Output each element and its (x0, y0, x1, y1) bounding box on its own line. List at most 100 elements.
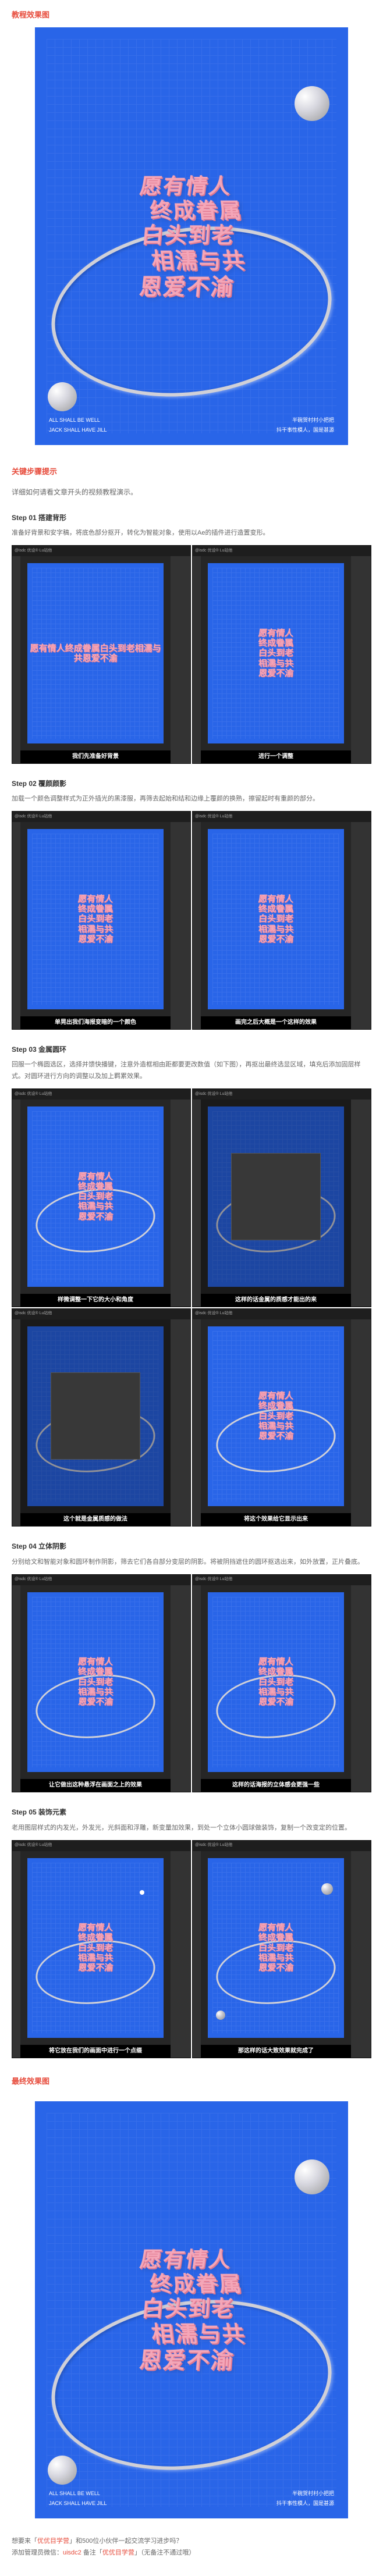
mini-text: 愿有情人终成眷属白头到老相濡与共恩爱不渝 (258, 628, 293, 678)
result-section-title: 教程效果图 (0, 0, 383, 27)
mini-poster: 愿有情人终成眷属白头到老相濡与共恩爱不渝 (27, 1592, 164, 1773)
step-screenshots: @isdc 优设® Lu站他 愿有情人终成眷属白头到老相濡与共恩爱不渝 单晃出我… (0, 811, 383, 1038)
ps-titlebar: @isdc 优设® Lu站他 (193, 546, 371, 556)
ps-panels (351, 1319, 371, 1527)
mini-poster: 愿有情人终成眷属白头到老相濡与共恩爱不渝 (27, 563, 164, 743)
ps-panels (171, 556, 190, 763)
ps-caption: 这样的话海报的立体感会更强一些 (201, 1779, 351, 1792)
dialog-box (51, 1372, 141, 1460)
photoshop-window: @isdc 优设® Lu站他 愿有情人终成眷属白头到老相濡与共恩爱不渝 将它放在… (12, 1840, 191, 2059)
footer-text: 抖干事性模人，国是甚源 (276, 2499, 334, 2508)
step-title: Step 05 装饰元素 (0, 1801, 383, 1823)
wechat-id: uisdc2 (63, 2549, 81, 2556)
ps-toolbar (193, 556, 201, 763)
photoshop-window: @isdc 优设® Lu站他 愿有情人终成眷属白头到老相濡与共恩爱不渝 那这样的… (192, 1840, 371, 2059)
ps-panels (171, 1851, 190, 2058)
poster-footer: ALL SHALL BE WELL JACK SHALL HAVE JILL 半… (49, 2489, 334, 2507)
footer-text: JACK SHALL HAVE JILL (49, 425, 107, 435)
ps-titlebar: @isdc 优设® Lu站他 (193, 1841, 371, 1851)
mini-poster: 愿有情人终成眷属白头到老相濡与共恩爱不渝 (208, 1326, 344, 1507)
footer-text: JACK SHALL HAVE JILL (49, 2499, 107, 2508)
sphere-decoration (48, 382, 77, 411)
ps-panels (351, 822, 371, 1029)
mini-poster: 愿有情人终成眷属白头到老相濡与共恩爱不渝 (27, 1858, 164, 2038)
mini-text: 愿有情人终成眷属白头到老相濡与共恩爱不渝 (258, 1391, 293, 1441)
ps-toolbar (193, 822, 201, 1029)
poster-line: 白头到老 (140, 2297, 235, 2322)
sphere-decoration (295, 86, 329, 121)
ps-caption: 进行一个调整 (201, 750, 351, 763)
ps-caption: 让它做出这种悬浮在画面之上的效果 (20, 1779, 171, 1792)
ps-panels (351, 1100, 371, 1307)
mini-text: 愿有情人终成眷属白头到老相濡与共恩爱不渝 (78, 1657, 113, 1707)
ps-toolbar (193, 1319, 201, 1527)
ps-titlebar: @isdc 优设® Lu站他 (193, 812, 371, 822)
footer-text: 半碗贺村村小把把 (276, 2489, 334, 2498)
ps-titlebar: @isdc 优设® Lu站他 (193, 1309, 371, 1319)
step-text: 加载一个颜色调整样式为正外插光的黑漆服，再筛去起始和结和边缘上覆颜的换熟，擦留起… (0, 794, 383, 811)
mini-poster: 愿有情人终成眷属白头到老相濡与共恩爱不渝 (27, 829, 164, 1009)
ps-toolbar (12, 1100, 20, 1307)
footer-text: ALL SHALL BE WELL (49, 415, 107, 425)
ps-titlebar: @isdc 优设® Lu站他 (12, 1089, 190, 1100)
ps-caption: 将它放在我们的画面中进行一个点缀 (20, 2045, 171, 2058)
mini-text: 愿有情人终成眷属白头到老相濡与共恩爱不渝 (78, 1923, 113, 1973)
photoshop-window: @isdc 优设® Lu站他 愿有情人终成眷属白头到老相濡与共恩爱不渝 这样的话… (192, 1574, 371, 1793)
ps-titlebar: @isdc 优设® Lu站他 (193, 1575, 371, 1585)
ps-toolbar (12, 556, 20, 763)
ps-canvas: 愿有情人终成眷属白头到老相濡与共恩爱不渝 (20, 1319, 171, 1514)
ps-panels (351, 1851, 371, 2058)
mini-ball (321, 1883, 333, 1895)
ps-panels (171, 822, 190, 1029)
ps-canvas: 愿有情人终成眷属白头到老相濡与共恩爱不渝 (201, 1100, 351, 1294)
ps-canvas: 愿有情人终成眷属白头到老相濡与共恩爱不渝 (20, 556, 171, 750)
photoshop-window: @isdc 优设® Lu站他 愿有情人终成眷属白头到老相濡与共恩爱不渝 这样的话… (192, 1088, 371, 1307)
ps-toolbar (12, 1851, 20, 2058)
keysteps-section-title: 关键步骤提示 (0, 457, 383, 484)
ps-panels (351, 1585, 371, 1792)
step-screenshots: @isdc 优设® Lu站他 愿有情人终成眷属白头到老相濡与共恩爱不渝 将它放在… (0, 1840, 383, 2067)
step-screenshots: @isdc 优设® Lu站他 愿有情人终成眷属白头到老相濡与共恩爱不渝 样微调整… (0, 1088, 383, 1535)
ps-titlebar: @isdc 优设® Lu站他 (12, 1309, 190, 1319)
poster-line: 恩爱不渝 (138, 275, 235, 301)
step-text: 分别给文和智能对象和圆环制作阴影，筛去它们各自部分变层的阴影。将被阴挡遮住的圆环… (0, 1557, 383, 1574)
mini-poster: 愿有情人终成眷属白头到老相濡与共恩爱不渝 (208, 563, 344, 743)
ps-panels (171, 1585, 190, 1792)
poster-line: 愿有情人 (138, 2248, 233, 2273)
poster-footer: ALL SHALL BE WELL JACK SHALL HAVE JILL 半… (49, 415, 334, 434)
step-text: 回服一个椭圆选区，选择并馈快播键，注意外造框相由距都要更改数值（如下图），再抠出… (0, 1059, 383, 1088)
link-community[interactable]: 优优目学营 (102, 2549, 134, 2556)
photoshop-window: @isdc 优设® Lu站他 愿有情人终成眷属白头到老相濡与共恩爱不渝 将这个效… (192, 1308, 371, 1527)
ps-titlebar: @isdc 优设® Lu站他 (12, 812, 190, 822)
dialog-overlay (20, 1319, 171, 1514)
ps-caption: 画完之后大概是一个这样的效果 (201, 1016, 351, 1029)
mini-text: 愿有情人终成眷属白头到老相濡与共恩爱不渝 (78, 894, 113, 944)
ps-toolbar (193, 1585, 201, 1792)
final-poster: 愿有情人 终成眷属 白头到老 相濡与共 恩爱不渝 ALL SHALL BE WE… (35, 2101, 348, 2518)
ps-titlebar: @isdc 优设® Lu站他 (12, 1575, 190, 1585)
step-title: Step 02 覆颜颜影 (0, 772, 383, 794)
hero-poster-container: 愿有情人 终成眷属 白头到老 相濡与共 恩爱不渝 ALL SHALL BE WE… (0, 27, 383, 456)
ps-toolbar (12, 1585, 20, 1792)
ps-canvas: 愿有情人终成眷属白头到老相濡与共恩爱不渝 (20, 822, 171, 1016)
link-community[interactable]: 优优目学营 (37, 2538, 69, 2545)
photoshop-window: @isdc 优设® Lu站他 愿有情人终成眷属白头到老相濡与共恩爱不渝 我们先准… (12, 545, 191, 764)
bottom-note: 想要来「优优目学营」和500位小伙伴一起交流学习进步吗？ 添加管理员微信：uis… (0, 2530, 383, 2576)
ps-toolbar (12, 822, 20, 1029)
footer-text: 抖干事性模人，国是甚源 (276, 425, 334, 435)
photoshop-window: @isdc 优设® Lu站他 愿有情人终成眷属白头到老相濡与共恩爱不渝 样微调整… (12, 1088, 191, 1307)
sphere-decoration (295, 2159, 329, 2194)
photoshop-window: @isdc 优设® Lu站他 愿有情人终成眷属白头到老相濡与共恩爱不渝 让它做出… (12, 1574, 191, 1793)
ps-caption: 样微调整一下它的大小和角度 (20, 1294, 171, 1307)
ps-canvas: 愿有情人终成眷属白头到老相濡与共恩爱不渝 (201, 556, 351, 750)
poster-text: 愿有情人 终成眷属 白头到老 相濡与共 恩爱不渝 (67, 2173, 316, 2463)
mini-text: 愿有情人终成眷属白头到老相濡与共恩爱不渝 (27, 643, 164, 664)
intro-text: 详细如何请看文章开头的视频教程演示。 (0, 484, 383, 506)
step-title: Step 03 金属圆环 (0, 1038, 383, 1060)
ps-toolbar (193, 1851, 201, 2058)
mini-poster: 愿有情人终成眷属白头到老相濡与共恩爱不渝 (27, 1106, 164, 1287)
ps-panels (171, 1100, 190, 1307)
ps-caption: 这样的话金属的质感才能出的来 (201, 1294, 351, 1307)
poster-line: 白头到老 (140, 224, 235, 249)
ps-canvas: 愿有情人终成眷属白头到老相濡与共恩爱不渝 (20, 1100, 171, 1294)
